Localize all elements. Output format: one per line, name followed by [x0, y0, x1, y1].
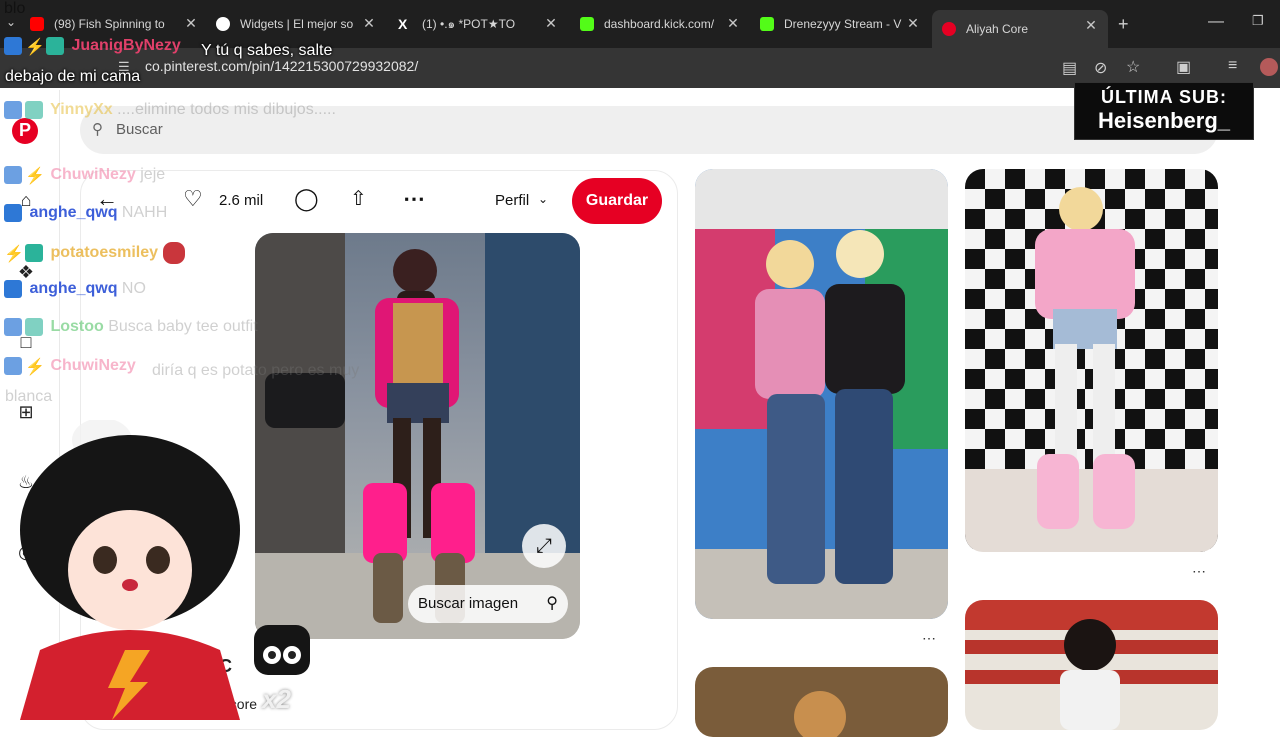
browser-tab-6-active[interactable]: Aliyah Core ✕: [932, 10, 1108, 48]
chat-message-text: NAHH: [121, 204, 168, 222]
grid-pin-4-illustration: [965, 600, 1218, 730]
chat-message: ⚡ ChuwiNezy jeje: [4, 166, 166, 185]
moderator-badge-icon: [25, 318, 43, 336]
browser-tab-3[interactable]: X (1) •.๑ *POT★TO ✕: [398, 10, 558, 38]
reading-list-icon[interactable]: ≡: [1228, 57, 1237, 75]
tab-title: (98) Fish Spinning to: [54, 17, 165, 31]
pinterest-logo-icon[interactable]: P: [12, 118, 38, 144]
overlay-top-text: blo: [4, 0, 26, 17]
profile-avatar[interactable]: [1260, 58, 1278, 76]
chat-message: anghe_qwq NAHH: [4, 204, 167, 222]
profile-dropdown-label[interactable]: Perfil: [495, 192, 529, 209]
chat-message-text: ....elimine todos mis dibujos.....: [117, 101, 336, 119]
lightning-icon: ⚡: [25, 168, 45, 185]
lightning-icon: ⚡: [4, 246, 24, 263]
close-tab-icon[interactable]: ✕: [1084, 18, 1098, 32]
chat-message: Lostoo Busca baby tee outfit: [4, 318, 258, 336]
tab-title: Drenezyyy Stream - V: [784, 17, 902, 31]
sub-badge-icon: [4, 166, 22, 184]
visual-search-button[interactable]: Buscar imagen ⚲: [408, 585, 568, 623]
close-tab-icon[interactable]: ✕: [544, 16, 558, 30]
install-app-icon[interactable]: ▤: [1062, 58, 1077, 78]
chat-username: Lostoo: [50, 318, 104, 336]
widgets-icon: [216, 17, 230, 31]
chat-username: anghe_qwq: [29, 280, 118, 298]
chat-text: Y tú q sabes, salte debajo de mi cama: [5, 38, 365, 90]
close-tab-icon[interactable]: ✕: [184, 16, 198, 30]
grid-pin-3-illustration: [695, 667, 948, 737]
heart-icon[interactable]: ♡: [183, 186, 203, 212]
pin-image[interactable]: [255, 233, 580, 639]
chat-message-text: Y tú q sabes, salte debajo de mi cama: [5, 42, 333, 85]
chat-username: potatoesmiley: [50, 244, 159, 262]
grid-pin-2-illustration: [965, 169, 1218, 552]
expand-icon[interactable]: ⤢: [522, 524, 566, 568]
grid-pin-4[interactable]: [965, 600, 1218, 730]
pin-photo-illustration: [255, 233, 580, 639]
more-icon[interactable]: ⋯: [1192, 563, 1207, 580]
lens-icon: ⚲: [546, 595, 558, 612]
chat-message: ⚡ potatoesmiley: [4, 242, 188, 264]
chat-message-text: jeje: [140, 166, 166, 184]
visual-search-label: Buscar imagen: [418, 595, 519, 612]
chat-username: anghe_qwq: [29, 204, 118, 222]
browser-tab-1[interactable]: (98) Fish Spinning to ✕: [30, 10, 198, 38]
kick-icon: [580, 17, 594, 31]
sub-badge-icon: [4, 318, 22, 336]
comment-icon[interactable]: ◯: [294, 186, 319, 212]
last-sub-widget: ÚLTIMA SUB: Heisenberg_: [1074, 82, 1254, 140]
share-icon[interactable]: ⇧: [350, 186, 367, 211]
browser-tab-5[interactable]: Drenezyyy Stream - V ✕: [760, 10, 920, 38]
kick-icon: [760, 17, 774, 31]
chat-text: diría q es potato pero es muy blanca: [5, 358, 365, 410]
browser-tab-2[interactable]: Widgets | El mejor so ✕: [216, 10, 376, 38]
chevron-down-icon[interactable]: ⌄: [538, 192, 548, 206]
vtuber-avatar: [10, 418, 250, 720]
x-icon: X: [398, 16, 408, 32]
multiplier-label: x2: [262, 684, 291, 714]
more-icon[interactable]: ⋯: [922, 630, 937, 647]
chat-username: YinnyXx: [50, 101, 113, 119]
tab-title: Aliyah Core: [966, 22, 1029, 36]
last-sub-name: Heisenberg_: [1097, 108, 1231, 133]
chat-message-text: NO: [121, 280, 146, 298]
minimize-icon[interactable]: —: [1208, 13, 1224, 31]
grid-pin-2[interactable]: [965, 169, 1218, 552]
more-options-icon[interactable]: ⋯: [403, 186, 425, 212]
tab-title: dashboard.kick.com/: [604, 17, 715, 31]
grid-pin-1[interactable]: [695, 169, 948, 619]
new-tab-icon[interactable]: +: [1118, 14, 1129, 35]
emote-icon: [162, 242, 185, 264]
sub-badge-icon: [4, 101, 22, 119]
tab-title: (1) •.๑ *POT★TO: [422, 16, 516, 31]
grid-pin-3[interactable]: [695, 667, 948, 737]
pinterest-icon: [942, 22, 956, 36]
last-sub-label: ÚLTIMA SUB:: [1101, 87, 1227, 107]
close-tab-icon[interactable]: ✕: [906, 16, 920, 30]
maximize-icon[interactable]: ❐: [1252, 13, 1264, 29]
extensions-icon[interactable]: ▣: [1176, 57, 1191, 77]
chat-message-text: diría q es potato pero es muy blanca: [5, 362, 360, 405]
bookmark-star-icon[interactable]: ☆: [1126, 57, 1140, 77]
youtube-icon: [30, 17, 44, 31]
chat-message: anghe_qwq NO: [4, 280, 146, 298]
search-placeholder: Buscar: [116, 121, 163, 138]
search-icon: ⚲: [92, 121, 103, 138]
chat-username: ChuwiNezy: [50, 166, 136, 184]
chat-message: YinnyXx ....elimine todos mis dibujos...…: [4, 101, 336, 119]
tracking-off-icon[interactable]: ⊘: [1094, 58, 1107, 78]
close-tab-icon[interactable]: ✕: [362, 16, 376, 30]
close-tab-icon[interactable]: ✕: [726, 16, 740, 30]
sub-badge-icon: [4, 280, 22, 298]
likes-count: 2.6 mil: [219, 192, 264, 209]
sub-badge-icon: [4, 204, 22, 222]
tab-title: Widgets | El mejor so: [240, 17, 354, 31]
grid-pin-1-illustration: [695, 169, 948, 619]
browser-tab-4[interactable]: dashboard.kick.com/ ✕: [580, 10, 740, 38]
chat-message-text: Busca baby tee outfit: [108, 318, 258, 336]
vtuber-avatar-illustration: [20, 418, 240, 720]
moderator-badge-icon: [25, 244, 43, 262]
moderator-badge-icon: [25, 101, 43, 119]
save-button[interactable]: Guardar: [572, 178, 662, 224]
